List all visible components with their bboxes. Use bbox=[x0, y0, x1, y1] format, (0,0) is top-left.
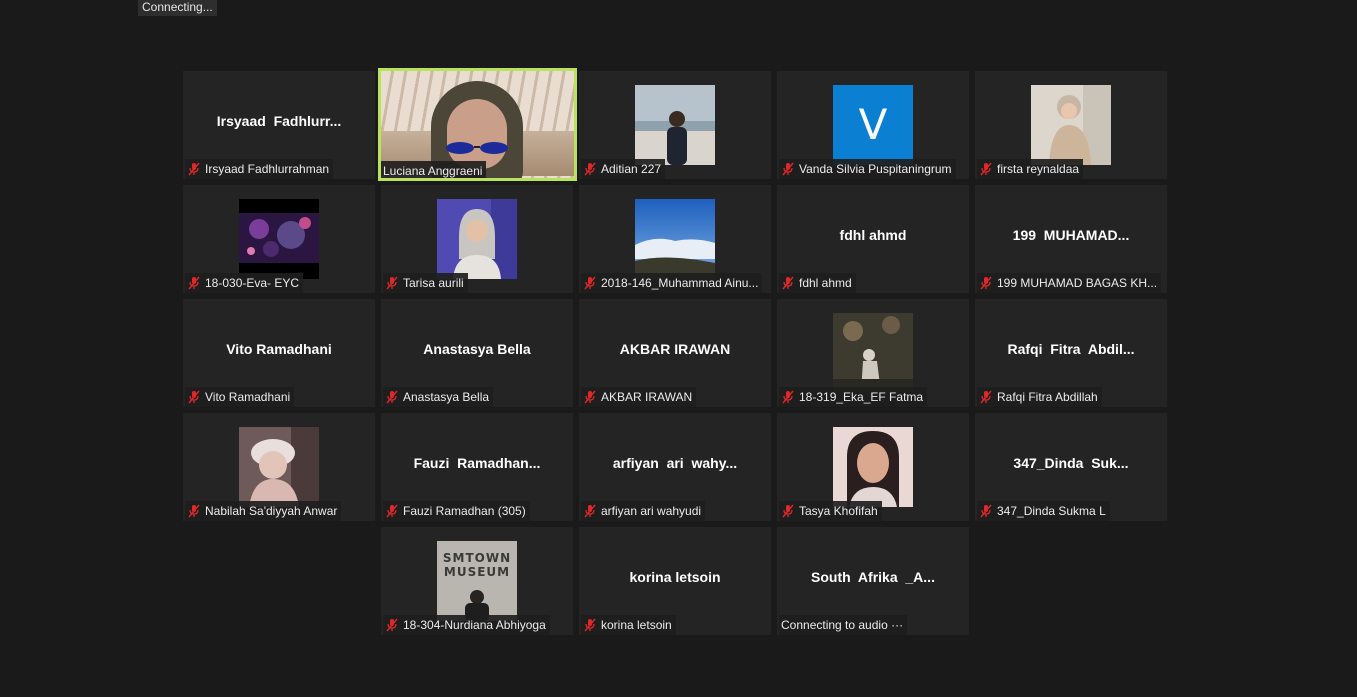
participant-name-label: Anastasya Bella bbox=[383, 387, 494, 407]
mic-muted-icon bbox=[584, 162, 596, 176]
participant-name-label: arfiyan ari wahyudi bbox=[581, 501, 706, 521]
participant-tile[interactable]: firsta reynaldaa bbox=[975, 71, 1167, 179]
participant-tile[interactable]: AKBAR IRAWAN AKBAR IRAWAN bbox=[579, 299, 771, 407]
participant-display-name: 199 MUHAMAD... bbox=[1012, 227, 1130, 243]
participant-name-label: Nabilah Sa'diyyah Anwar bbox=[185, 501, 342, 521]
participant-tile-active-speaker[interactable]: Luciana Anggraeni bbox=[378, 68, 577, 181]
participant-name-label: fdhl ahmd bbox=[779, 273, 856, 293]
participant-display-name: Fauzi Ramadhan... bbox=[413, 455, 541, 471]
participant-tile[interactable]: Vito Ramadhani Vito Ramadhani bbox=[183, 299, 375, 407]
participant-tile[interactable]: Anastasya Bella Anastasya Bella bbox=[381, 299, 573, 407]
participant-photo bbox=[239, 199, 319, 279]
participant-photo bbox=[635, 85, 715, 165]
participant-tile[interactable]: 199 MUHAMAD... 199 MUHAMAD BAGAS KH... bbox=[975, 185, 1167, 293]
participant-photo bbox=[1031, 85, 1111, 165]
participant-name-label: firsta reynaldaa bbox=[977, 159, 1084, 179]
mic-muted-icon bbox=[782, 390, 794, 404]
participant-photo bbox=[635, 199, 715, 279]
mic-muted-icon bbox=[188, 276, 200, 290]
participant-name-label: 18-304-Nurdiana Abhiyoga bbox=[383, 615, 550, 635]
participant-tile[interactable]: 18-319_Eka_EF Fatma bbox=[777, 299, 969, 407]
participant-name-label: 18-030-Eva- EYC bbox=[185, 273, 304, 293]
participant-name-label: Tarisa aurili bbox=[383, 273, 468, 293]
mic-muted-icon bbox=[584, 276, 596, 290]
participant-display-name: 347_Dinda Suk... bbox=[1013, 455, 1129, 471]
participant-name-label: 18-319_Eka_EF Fatma bbox=[779, 387, 928, 407]
participant-display-name: Rafqi Fitra Abdil... bbox=[1007, 341, 1135, 357]
participant-tile[interactable]: V Vanda Silvia Puspitaningrum bbox=[777, 71, 969, 179]
connection-status: Connecting... bbox=[138, 0, 217, 16]
mic-muted-icon bbox=[782, 276, 794, 290]
participant-tile[interactable]: Rafqi Fitra Abdil... Rafqi Fitra Abdilla… bbox=[975, 299, 1167, 407]
participant-tile[interactable]: SMTOWN MUSEUM 18-304-Nurdiana Abhiyoga bbox=[381, 527, 573, 635]
mic-muted-icon bbox=[782, 504, 794, 518]
participant-tile[interactable]: Aditian 227 bbox=[579, 71, 771, 179]
participant-display-name: arfiyan ari wahy... bbox=[612, 455, 738, 471]
participant-display-name: AKBAR IRAWAN bbox=[619, 341, 731, 357]
participant-tile[interactable]: South Afrika _A... Connecting to audio ·… bbox=[777, 527, 969, 635]
participant-tile[interactable]: 18-030-Eva- EYC bbox=[183, 185, 375, 293]
participant-name-label: Tasya Khofifah bbox=[779, 501, 882, 521]
participant-display-name: Anastasya Bella bbox=[423, 341, 531, 357]
participant-display-name: Irsyaad Fadhlurr... bbox=[216, 113, 342, 129]
participant-tile[interactable]: korina letsoin korina letsoin bbox=[579, 527, 771, 635]
participant-photo bbox=[437, 199, 517, 279]
mic-muted-icon bbox=[782, 162, 794, 176]
participant-display-name: South Afrika _A... bbox=[811, 569, 935, 585]
mic-muted-icon bbox=[584, 618, 596, 632]
participant-avatar: V bbox=[833, 85, 913, 165]
participant-name-label: Vito Ramadhani bbox=[185, 387, 295, 407]
mic-muted-icon bbox=[386, 276, 398, 290]
participant-tile[interactable]: Nabilah Sa'diyyah Anwar bbox=[183, 413, 375, 521]
participant-name-label: Luciana Anggraeni bbox=[381, 161, 487, 178]
participant-name-label: 199 MUHAMAD BAGAS KH... bbox=[977, 273, 1162, 293]
mic-muted-icon bbox=[386, 390, 398, 404]
participant-display-name: Vito Ramadhani bbox=[226, 341, 332, 357]
mic-muted-icon bbox=[188, 504, 200, 518]
participant-display-name: korina letsoin bbox=[629, 569, 721, 585]
participant-name-label: Vanda Silvia Puspitaningrum bbox=[779, 159, 956, 179]
participant-photo bbox=[239, 427, 319, 507]
participant-tile[interactable]: Fauzi Ramadhan... Fauzi Ramadhan (305) bbox=[381, 413, 573, 521]
participant-name-label: 2018-146_Muhammad Ainu... bbox=[581, 273, 763, 293]
participant-tile[interactable]: fdhl ahmd fdhl ahmd bbox=[777, 185, 969, 293]
mic-muted-icon bbox=[980, 276, 992, 290]
participant-photo: SMTOWN MUSEUM bbox=[437, 541, 517, 621]
participant-name-label: Connecting to audio ··· bbox=[779, 615, 908, 635]
participant-tile[interactable]: Irsyaad Fadhlurr... Irsyaad Fadhlurrahma… bbox=[183, 71, 375, 179]
participant-photo bbox=[833, 313, 913, 393]
mic-muted-icon bbox=[980, 390, 992, 404]
participant-name-label: 347_Dinda Sukma L bbox=[977, 501, 1110, 521]
mic-muted-icon bbox=[386, 618, 398, 632]
participant-photo bbox=[833, 427, 913, 507]
mic-muted-icon bbox=[188, 162, 200, 176]
participant-tile[interactable]: arfiyan ari wahy... arfiyan ari wahyudi bbox=[579, 413, 771, 521]
participant-name-label: Fauzi Ramadhan (305) bbox=[383, 501, 530, 521]
participant-name-label: Irsyaad Fadhlurrahman bbox=[185, 159, 334, 179]
mic-muted-icon bbox=[584, 390, 596, 404]
mic-muted-icon bbox=[584, 504, 596, 518]
participant-tile[interactable]: 2018-146_Muhammad Ainu... bbox=[579, 185, 771, 293]
participant-name-label: korina letsoin bbox=[581, 615, 676, 635]
meeting-gallery-view: Connecting... Irsyaad Fadhlurr... Irsyaa… bbox=[0, 0, 1357, 697]
participant-name-label: Rafqi Fitra Abdillah bbox=[977, 387, 1102, 407]
participant-name-label: AKBAR IRAWAN bbox=[581, 387, 697, 407]
mic-muted-icon bbox=[980, 504, 992, 518]
avatar-letter: V bbox=[858, 100, 888, 149]
participant-display-name: fdhl ahmd bbox=[839, 227, 907, 243]
participant-tile[interactable]: Tasya Khofifah bbox=[777, 413, 969, 521]
mic-muted-icon bbox=[188, 390, 200, 404]
participant-tile[interactable]: 347_Dinda Suk... 347_Dinda Sukma L bbox=[975, 413, 1167, 521]
participant-grid: Irsyaad Fadhlurr... Irsyaad Fadhlurrahma… bbox=[183, 68, 1167, 635]
mic-muted-icon bbox=[386, 504, 398, 518]
participant-tile[interactable]: Tarisa aurili bbox=[381, 185, 573, 293]
mic-muted-icon bbox=[980, 162, 992, 176]
participant-name-label: Aditian 227 bbox=[581, 159, 666, 179]
